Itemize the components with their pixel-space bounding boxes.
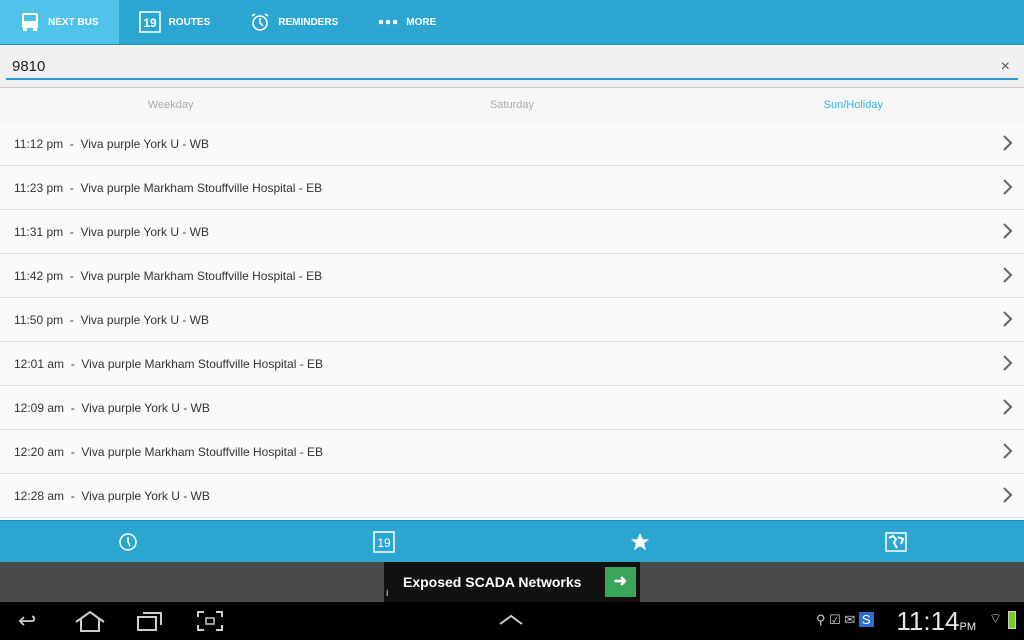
tab-routes[interactable]: 19 ROUTES — [119, 0, 231, 44]
tab-label: REMINDERS — [278, 16, 339, 28]
tab-reminders[interactable]: REMINDERS — [230, 0, 358, 44]
calendar-icon: 19 — [138, 11, 161, 33]
ad-banner-bar: Exposed SCADA Networks ➜ i — [0, 562, 1024, 602]
home-icon[interactable] — [74, 610, 106, 632]
day-sun-holiday[interactable]: Sun/Holiday — [683, 89, 1024, 121]
system-nav-bar: ↩ ⚲ ☑ ✉ S 11:14PM ⌔ — [0, 602, 1024, 640]
tab-next-bus[interactable]: NEXT BUS — [0, 0, 119, 44]
trip-row[interactable]: 12:01 am - Viva purple Markham Stouffvil… — [0, 342, 1024, 386]
svg-text:19: 19 — [143, 16, 157, 30]
map-icon — [885, 531, 907, 552]
schedule-button[interactable] — [0, 521, 256, 562]
trip-row[interactable]: 12:09 am - Viva purple York U - WB — [0, 386, 1024, 430]
alarm-clock-icon — [251, 13, 269, 31]
trip-text: 12:09 am - Viva purple York U - WB — [14, 400, 210, 415]
trip-text: 11:50 pm - Viva purple York U - WB — [14, 312, 209, 327]
bottom-action-bar: 19 — [0, 520, 1024, 562]
chevron-right-icon — [1003, 355, 1013, 371]
day-saturday[interactable]: Saturday — [341, 89, 682, 121]
trip-list: 11:12 pm - Viva purple York U - WB 11:23… — [0, 122, 1024, 518]
battery-icon — [1008, 611, 1016, 629]
calendar-icon: 19 — [373, 530, 395, 553]
app-s-icon: S — [858, 612, 874, 627]
clock-time: 11:14 — [896, 606, 960, 636]
trip-text: 12:01 am - Viva purple Markham Stouffvil… — [14, 356, 324, 371]
clock-icon — [119, 532, 137, 551]
search-bar: × — [0, 46, 1024, 88]
chevron-up-icon[interactable] — [498, 614, 524, 626]
chevron-right-icon — [1003, 179, 1013, 195]
tab-more[interactable]: MORE — [358, 0, 456, 44]
chevron-right-icon — [1003, 399, 1013, 415]
trip-row[interactable]: 12:28 am - Viva purple York U - WB — [0, 474, 1024, 518]
tab-label: NEXT BUS — [48, 16, 99, 28]
status-clock: 11:14PM — [896, 606, 976, 637]
trip-row[interactable]: 11:31 pm - Viva purple York U - WB — [0, 210, 1024, 254]
trip-row[interactable]: 11:50 pm - Viva purple York U - WB — [0, 298, 1024, 342]
ad-arrow-button[interactable]: ➜ — [605, 567, 636, 597]
wifi-icon: ⌔ — [988, 610, 1002, 626]
screenshot-icon[interactable] — [196, 610, 224, 632]
trip-text: 12:20 am - Viva purple Markham Stouffvil… — [14, 444, 324, 459]
chevron-right-icon — [1003, 135, 1013, 151]
trip-row[interactable]: 11:12 pm - Viva purple York U - WB — [0, 122, 1024, 166]
more-dots-icon — [378, 19, 398, 25]
bus-icon — [22, 13, 38, 31]
status-icons: ⚲ ☑ ✉ S — [816, 612, 874, 628]
routes-button[interactable]: 19 — [256, 521, 512, 562]
ad-info-icon[interactable]: i — [386, 588, 389, 598]
recent-apps-icon[interactable] — [136, 610, 164, 632]
trip-row[interactable]: 11:23 pm - Viva purple Markham Stouffvil… — [0, 166, 1024, 210]
trip-row[interactable]: 11:42 pm - Viva purple Markham Stouffvil… — [0, 254, 1024, 298]
chevron-right-icon — [1003, 443, 1013, 459]
chevron-right-icon — [1003, 267, 1013, 283]
map-button[interactable] — [768, 521, 1024, 562]
ad-banner[interactable]: Exposed SCADA Networks ➜ i — [384, 562, 640, 602]
star-icon — [630, 532, 650, 550]
day-selector: Weekday Saturday Sun/Holiday — [0, 89, 1024, 121]
chevron-right-icon — [1003, 311, 1013, 327]
ad-text: Exposed SCADA Networks — [403, 574, 582, 590]
top-tab-bar: NEXT BUS 19 ROUTES REMINDERS MORE — [0, 0, 1024, 45]
trip-text: 11:42 pm - Viva purple Markham Stouffvil… — [14, 268, 323, 283]
clear-icon[interactable]: × — [1001, 58, 1010, 76]
trip-text: 11:12 pm - Viva purple York U - WB — [14, 136, 209, 151]
trip-text: 12:28 am - Viva purple York U - WB — [14, 488, 210, 503]
calendar-badge: 19 — [377, 536, 391, 550]
favorites-button[interactable] — [512, 521, 768, 562]
stop-search-input[interactable] — [6, 54, 1018, 80]
chevron-right-icon — [1003, 487, 1013, 503]
trip-row[interactable]: 12:20 am - Viva purple Markham Stouffvil… — [0, 430, 1024, 474]
tab-label: ROUTES — [168, 16, 211, 28]
tab-label: MORE — [406, 16, 437, 28]
trip-text: 11:23 pm - Viva purple Markham Stouffvil… — [14, 180, 323, 195]
clock-ampm: PM — [959, 621, 977, 633]
chevron-right-icon — [1003, 223, 1013, 239]
back-icon[interactable]: ↩ — [18, 608, 36, 634]
day-weekday[interactable]: Weekday — [0, 89, 341, 121]
trip-text: 11:31 pm - Viva purple York U - WB — [14, 224, 209, 239]
